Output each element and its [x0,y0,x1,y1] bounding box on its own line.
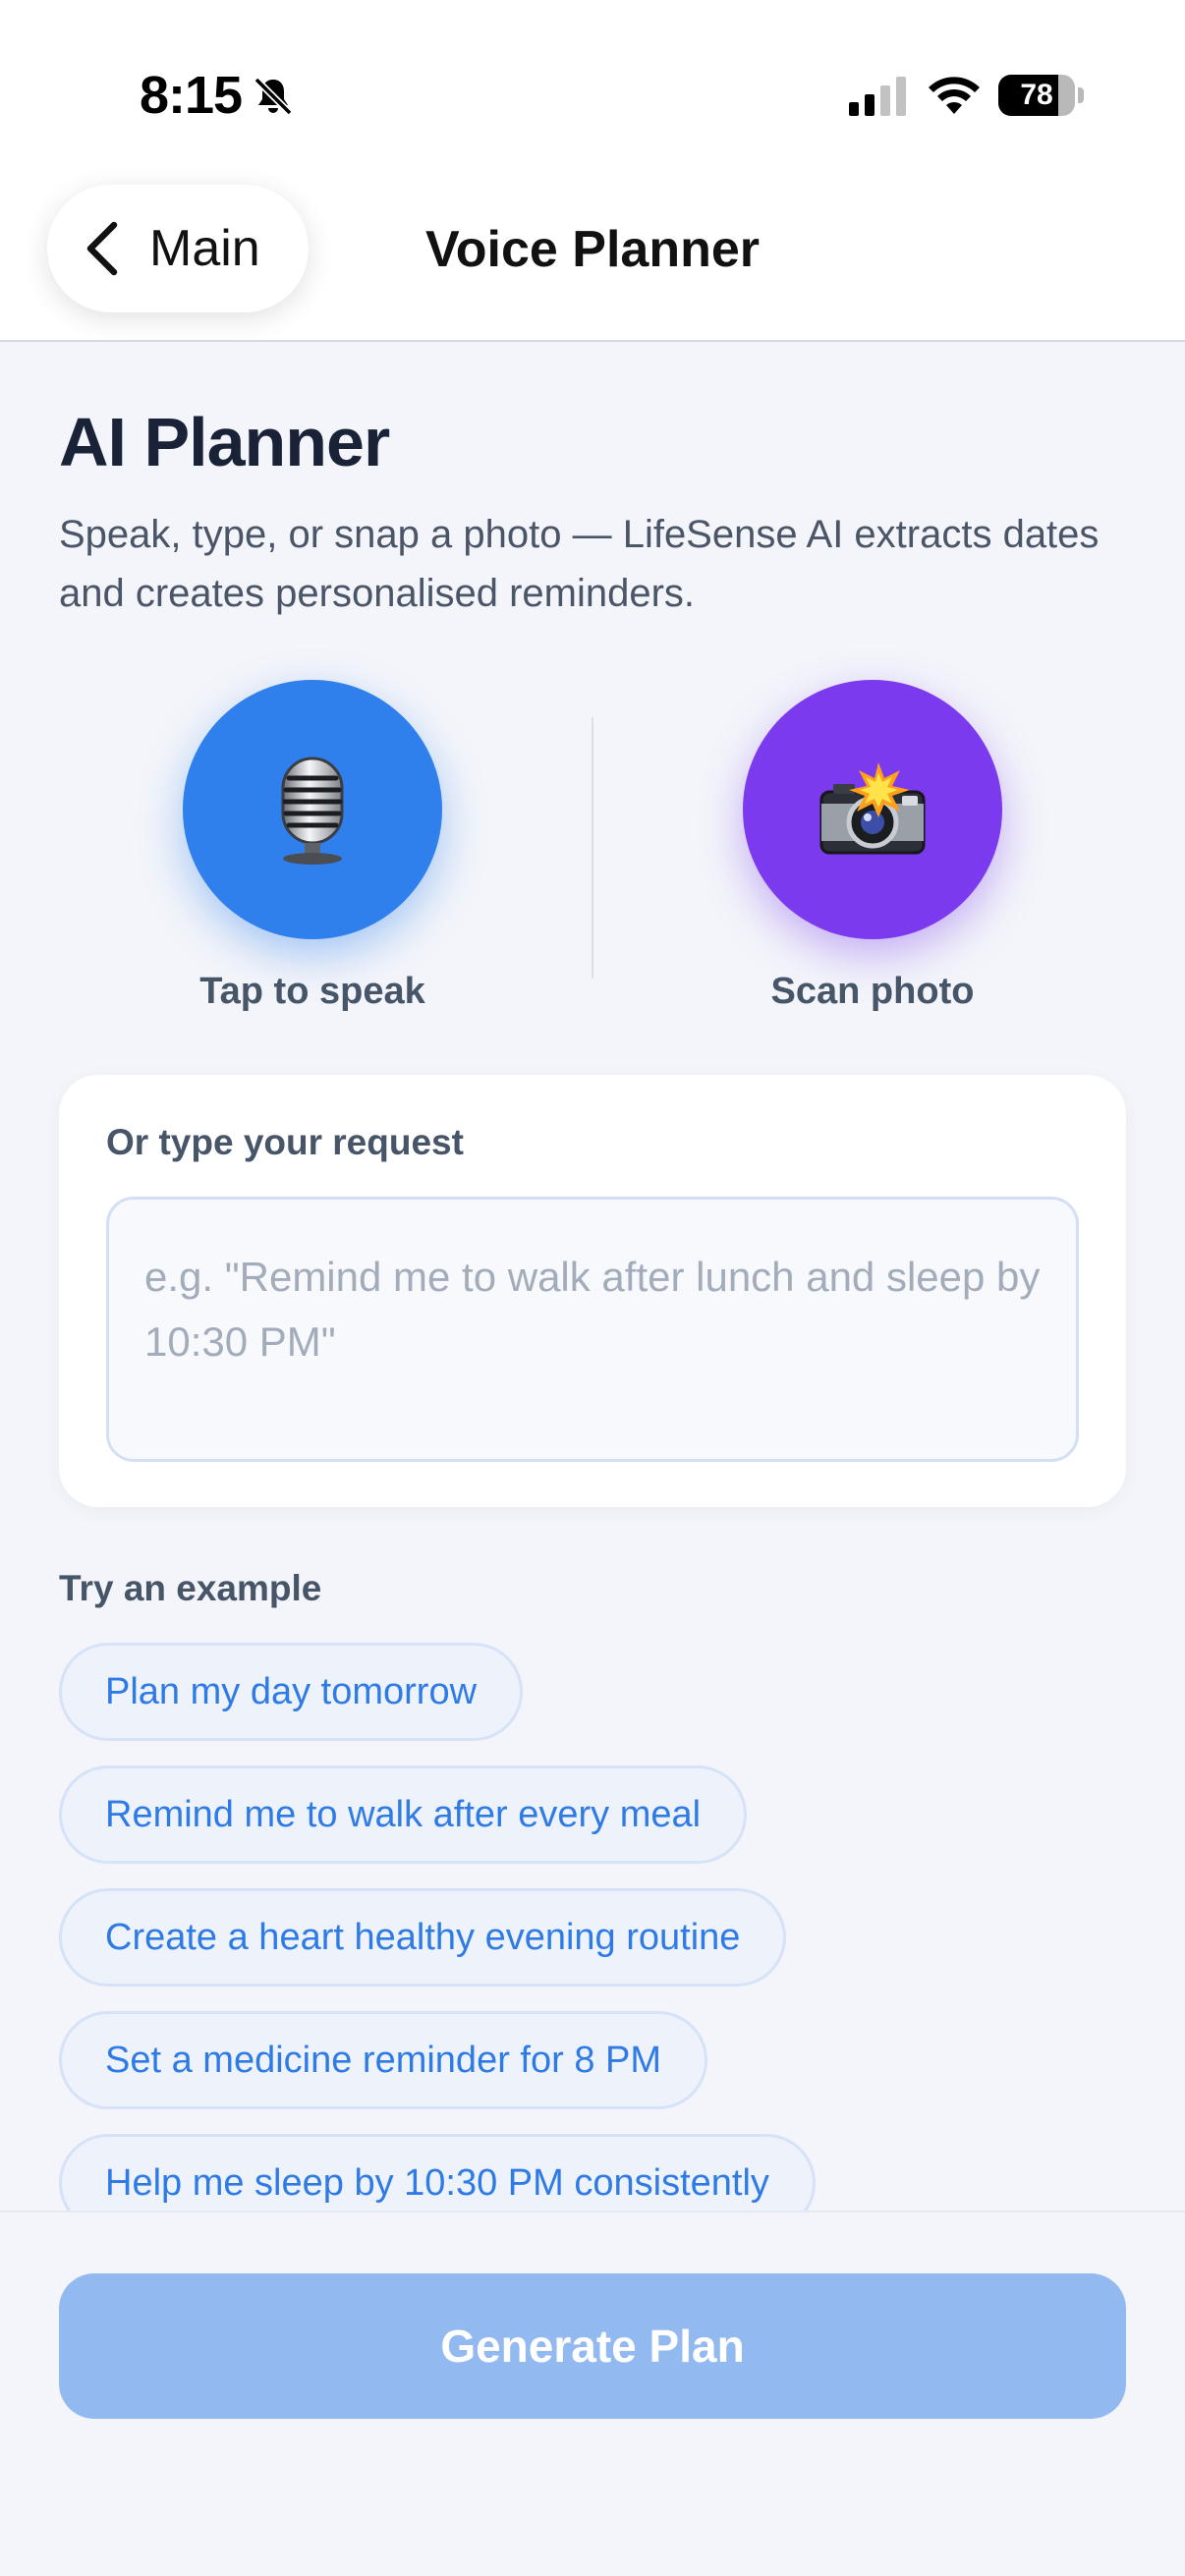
type-request-label: Or type your request [106,1122,464,1162]
battery-body: 78 [998,75,1075,116]
scan-photo-button[interactable] [743,680,1002,939]
example-chip[interactable]: Help me sleep by 10:30 PM consistently [59,2134,816,2211]
generate-plan-button[interactable]: Generate Plan [59,2273,1126,2419]
tap-to-speak-button[interactable] [183,680,442,939]
scan-photo-action[interactable]: Scan photo [743,680,1002,1012]
example-chip[interactable]: Set a medicine reminder for 8 PM [59,2011,708,2109]
cellular-signal-icon [849,77,906,116]
bell-muted-icon [254,77,293,116]
tap-to-speak-label: Tap to speak [199,971,425,1012]
type-request-card: Or type your request [59,1075,1126,1507]
camera-flash-icon [819,762,926,855]
example-chip[interactable]: Create a heart healthy evening routine [59,1888,787,1987]
navigation-bar: Voice Planner Main [0,185,1185,342]
examples-list: Plan my day tomorrow Remind me to walk a… [0,1641,1185,2211]
chevron-left-icon [86,221,118,276]
bottom-action-bar: Generate Plan [0,2211,1185,2576]
scan-photo-label: Scan photo [770,971,975,1012]
wifi-icon [929,77,980,114]
tap-to-speak-action[interactable]: Tap to speak [183,680,442,1012]
example-chip[interactable]: Remind me to walk after every meal [59,1765,748,1864]
examples-label: Try an example [59,1568,322,1608]
battery-indicator: 78 [998,75,1084,116]
page-title: AI Planner [59,404,390,480]
request-input[interactable] [106,1197,1079,1462]
status-time: 8:15 [140,66,243,125]
example-chip[interactable]: Plan my day tomorrow [59,1643,524,1741]
microphone-icon [281,756,344,865]
back-button-label: Main [149,220,260,277]
action-divider [592,717,593,979]
battery-level: 78 [1020,79,1053,111]
battery-cap [1078,87,1084,103]
back-button[interactable]: Main [47,185,309,312]
page-subtitle: Speak, type, or snap a photo — LifeSense… [59,513,1100,615]
status-bar: 8:15 78 [0,0,1185,187]
